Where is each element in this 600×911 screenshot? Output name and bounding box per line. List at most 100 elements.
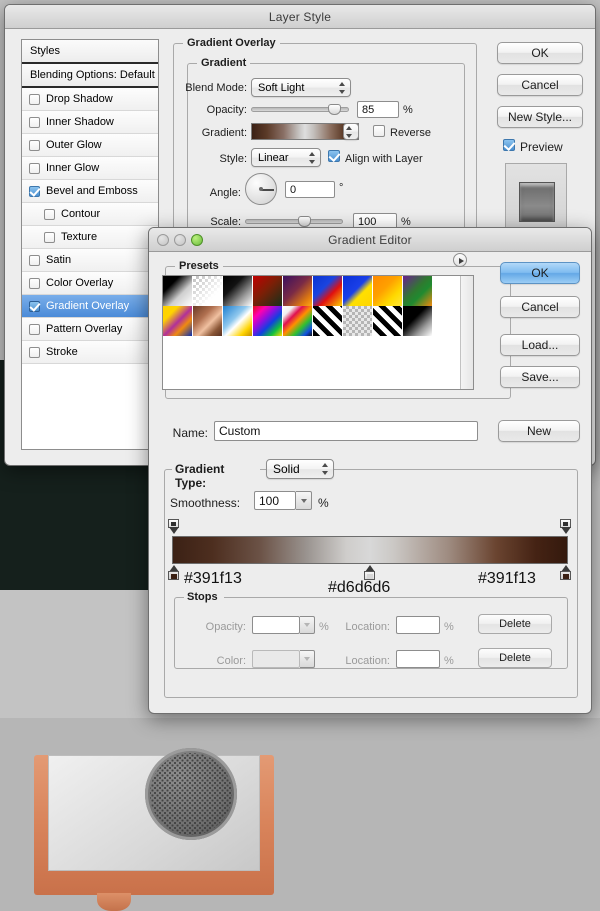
gradient-picker-dropdown[interactable]: [343, 123, 359, 140]
angle-input[interactable]: 0: [285, 181, 335, 198]
color-location-input[interactable]: [396, 650, 440, 668]
preset-swatch[interactable]: [283, 276, 313, 306]
zoom-icon[interactable]: [191, 234, 203, 246]
ok-button[interactable]: OK: [497, 42, 583, 64]
preset-swatch[interactable]: [403, 306, 433, 336]
smoothness-unit: %: [318, 496, 332, 510]
checkbox-inner-glow[interactable]: [29, 163, 40, 174]
stop-color-label: Color:: [190, 655, 246, 667]
sidebar-item-stroke[interactable]: Stroke: [22, 341, 158, 364]
stop-color-stepper[interactable]: [300, 650, 315, 668]
stop-opacity-input[interactable]: [252, 616, 300, 634]
color-stop-middle[interactable]: [364, 565, 375, 580]
gradient-save-button[interactable]: Save...: [500, 366, 580, 388]
checkbox-satin[interactable]: [29, 255, 40, 266]
checkbox-pattern-overlay[interactable]: [29, 324, 40, 335]
sidebar-item-inner-glow[interactable]: Inner Glow: [22, 157, 158, 180]
blend-mode-select[interactable]: Soft Light: [251, 78, 351, 97]
sidebar-item-contour[interactable]: Contour: [22, 203, 158, 226]
checkbox-contour[interactable]: [44, 209, 55, 220]
presets-scrollbar[interactable]: [460, 276, 473, 389]
new-button[interactable]: New: [498, 420, 580, 442]
middle-stop-hex-label: #d6d6d6: [328, 579, 390, 597]
color-stop-left[interactable]: [168, 565, 179, 580]
preset-swatch[interactable]: [373, 306, 403, 336]
opacity-stop-left[interactable]: [168, 519, 179, 534]
opacity-slider-thumb[interactable]: [328, 104, 341, 115]
scale-slider-track[interactable]: [245, 219, 343, 224]
angle-dial[interactable]: [245, 173, 277, 205]
styles-list[interactable]: Styles Blending Options: Default Drop Sh…: [21, 39, 159, 450]
opacity-location-label: Location:: [336, 621, 390, 633]
preset-swatch[interactable]: [193, 306, 223, 336]
stop-opacity-label: Opacity:: [190, 621, 246, 633]
smoothness-input[interactable]: 100: [254, 491, 296, 510]
sidebar-item-pattern-overlay[interactable]: Pattern Overlay: [22, 318, 158, 341]
preset-swatch[interactable]: [403, 276, 433, 306]
checkbox-color-overlay[interactable]: [29, 278, 40, 289]
gradient-load-button[interactable]: Load...: [500, 334, 580, 356]
checkbox-stroke[interactable]: [29, 347, 40, 358]
stop-color-swatch[interactable]: [252, 650, 300, 668]
preset-swatch[interactable]: [223, 276, 253, 306]
presets-menu-icon[interactable]: [453, 253, 467, 267]
preset-swatch[interactable]: [253, 306, 283, 336]
preset-swatch[interactable]: [343, 306, 373, 336]
gradient-editor-titlebar[interactable]: Gradient Editor: [149, 228, 591, 252]
preset-swatch[interactable]: [373, 276, 403, 306]
preview-checkbox[interactable]: [503, 139, 515, 151]
sidebar-item-satin[interactable]: Satin: [22, 249, 158, 272]
smoothness-stepper[interactable]: [296, 491, 312, 510]
checkbox-inner-shadow[interactable]: [29, 117, 40, 128]
sidebar-item-texture[interactable]: Texture: [22, 226, 158, 249]
gradient-ok-button[interactable]: OK: [500, 262, 580, 284]
sidebar-item-gradient-overlay[interactable]: Gradient Overlay: [22, 295, 158, 318]
preset-swatch[interactable]: [163, 306, 193, 336]
sidebar-item-outer-glow[interactable]: Outer Glow: [22, 134, 158, 157]
gradient-bar[interactable]: [172, 536, 568, 564]
new-style-button[interactable]: New Style...: [497, 106, 583, 128]
gradient-cancel-button[interactable]: Cancel: [500, 296, 580, 318]
color-stop-right[interactable]: [560, 565, 571, 580]
preset-swatch[interactable]: [253, 276, 283, 306]
preview-shape: [519, 182, 555, 222]
preset-swatch[interactable]: [313, 276, 343, 306]
gradient-type-select[interactable]: Solid: [266, 459, 334, 479]
checkbox-bevel-and-emboss[interactable]: [29, 186, 40, 197]
cancel-button[interactable]: Cancel: [497, 74, 583, 96]
presets-swatch-list[interactable]: [162, 275, 474, 390]
checkbox-drop-shadow[interactable]: [29, 94, 40, 105]
gradient-name-input[interactable]: Custom: [214, 421, 478, 441]
opacity-delete-button[interactable]: Delete: [478, 614, 552, 634]
preset-swatch[interactable]: [283, 306, 313, 336]
minimize-icon[interactable]: [174, 234, 186, 246]
preset-swatch[interactable]: [193, 276, 223, 306]
right-stop-hex-label: #391f13: [478, 570, 536, 588]
sidebar-item-bevel-and-emboss[interactable]: Bevel and Emboss: [22, 180, 158, 203]
preset-swatch[interactable]: [313, 306, 343, 336]
sidebar-item-blending-options[interactable]: Blending Options: Default: [22, 64, 158, 88]
checkbox-texture[interactable]: [44, 232, 55, 243]
stop-opacity-stepper[interactable]: [300, 616, 315, 634]
color-delete-button[interactable]: Delete: [478, 648, 552, 668]
preset-swatch[interactable]: [223, 306, 253, 336]
reverse-checkbox[interactable]: [373, 125, 385, 137]
opacity-location-input[interactable]: [396, 616, 440, 634]
opacity-input[interactable]: 85: [357, 101, 399, 118]
sidebar-item-drop-shadow[interactable]: Drop Shadow: [22, 88, 158, 111]
sidebar-item-color-overlay[interactable]: Color Overlay: [22, 272, 158, 295]
color-stop-house: [168, 571, 179, 580]
reverse-label: Reverse: [390, 127, 450, 139]
align-with-layer-checkbox[interactable]: [328, 150, 340, 162]
preset-swatch[interactable]: [343, 276, 373, 306]
checkbox-gradient-overlay[interactable]: [29, 301, 40, 312]
checkbox-outer-glow[interactable]: [29, 140, 40, 151]
sidebar-item-inner-shadow[interactable]: Inner Shadow: [22, 111, 158, 134]
style-select[interactable]: Linear: [251, 148, 321, 167]
preset-swatch[interactable]: [163, 276, 193, 306]
opacity-stop-right[interactable]: [560, 519, 571, 534]
layer-style-titlebar: Layer Style: [5, 5, 595, 29]
gradient-subgroup-legend: Gradient: [197, 57, 250, 69]
scale-slider-thumb[interactable]: [298, 216, 311, 227]
close-icon[interactable]: [157, 234, 169, 246]
